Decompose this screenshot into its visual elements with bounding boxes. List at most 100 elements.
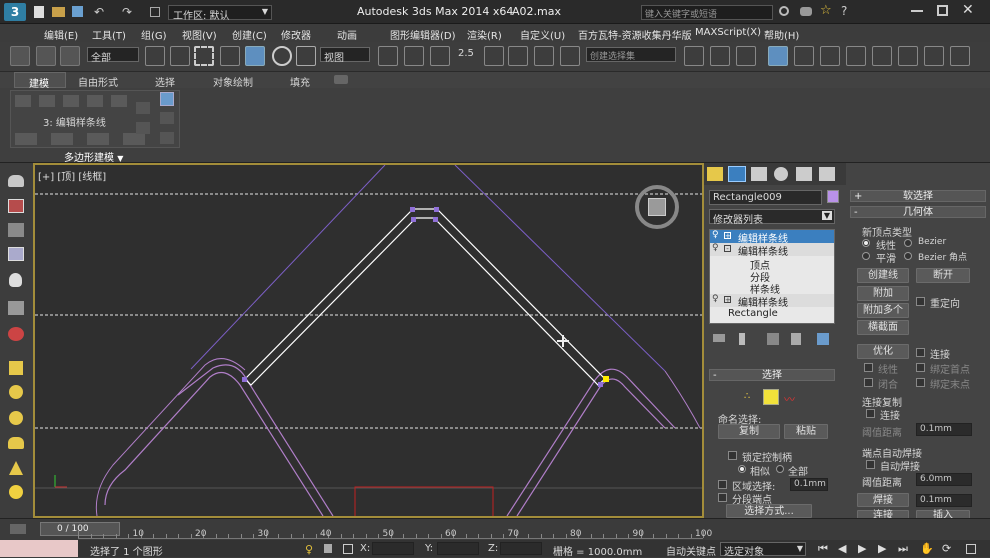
loop-selection-icon[interactable] (136, 122, 150, 134)
workspace-dropdown[interactable]: 工作区: 默认 ▼ (168, 5, 272, 22)
light-bulb-icon[interactable]: ♀ (712, 243, 719, 253)
area-select-checkbox[interactable] (718, 480, 727, 489)
particles-icon[interactable] (8, 327, 24, 341)
show-end-result-icon[interactable] (87, 133, 109, 145)
bezier-radio[interactable] (904, 239, 912, 247)
redo-icon[interactable]: ↷ (122, 6, 136, 18)
pivot-icon[interactable] (378, 46, 398, 66)
utilities-tab-icon[interactable] (819, 167, 835, 181)
mirror-icon[interactable] (684, 46, 704, 66)
menu-item-edit[interactable]: 编辑(E) (44, 27, 78, 42)
maximize-icon[interactable] (937, 5, 948, 16)
use-soft-selection-icon[interactable] (15, 133, 37, 145)
weld-threshold-input[interactable]: 6.0mm (916, 473, 972, 486)
link-icon[interactable] (10, 46, 30, 66)
teapot-primitive-icon[interactable] (8, 437, 24, 449)
menu-item-tools[interactable]: 工具(T) (92, 27, 126, 42)
display-tab-icon[interactable] (796, 167, 812, 181)
layer-manager-icon[interactable] (736, 46, 756, 66)
modify-tab-icon[interactable] (728, 166, 746, 182)
maximize-viewport-icon[interactable] (966, 544, 976, 554)
attach-multiple-button[interactable]: 附加多个 (857, 303, 909, 318)
menu-item-maxscript[interactable]: MAXScript(X) (695, 27, 761, 38)
object-name-field[interactable]: Rectangle009 (709, 190, 822, 205)
collapse-icon[interactable]: - (724, 245, 731, 253)
make-unique-icon[interactable] (123, 133, 145, 145)
window-crossing-icon[interactable] (220, 46, 240, 66)
linear-checkbox[interactable] (864, 363, 873, 372)
open-file-icon[interactable] (52, 7, 65, 17)
tab-object-paint[interactable]: 对象绘制 (213, 74, 253, 89)
weld-spinner[interactable]: 0.1mm (916, 494, 972, 507)
menu-item-graph-editors[interactable]: 图形编辑器(D) (390, 27, 456, 42)
timeline-toggle-icon[interactable] (10, 524, 26, 534)
save-icon[interactable] (72, 6, 83, 17)
next-frame-icon[interactable]: ▶ (878, 542, 886, 555)
selection-filter-dropdown[interactable]: 全部 (87, 47, 139, 64)
similar-radio[interactable] (738, 465, 746, 473)
create-line-button[interactable]: 创建线 (857, 268, 909, 283)
selection-rollout-header[interactable]: - 选择 (709, 369, 835, 381)
motion-tab-icon[interactable] (774, 167, 788, 181)
scene-explorer-icon[interactable] (768, 46, 788, 66)
close-icon[interactable]: ✕ (962, 2, 974, 18)
z-coord-input[interactable] (500, 542, 542, 555)
angle-snap-icon[interactable] (484, 46, 504, 66)
area-select-input[interactable]: 0.1mm (790, 478, 828, 491)
border-mode-icon[interactable] (63, 95, 79, 107)
stack-item[interactable]: ♀ + 编辑样条线 (710, 230, 834, 245)
schematic-view-icon[interactable] (820, 46, 840, 66)
smooth-radio[interactable] (862, 252, 870, 260)
pan-view-icon[interactable]: ✋ (920, 542, 934, 555)
search-box[interactable]: 键入关键字或短语 (641, 5, 773, 20)
all-radio[interactable] (776, 465, 784, 473)
unlink-icon[interactable] (36, 46, 56, 66)
show-end-result-icon[interactable] (739, 333, 745, 345)
sphere-icon[interactable] (9, 385, 23, 399)
auto-key-label[interactable]: 自动关键点 (666, 543, 716, 558)
cross-section-button[interactable]: 横截面 (857, 320, 909, 335)
scale-icon[interactable] (296, 46, 316, 66)
percent-snap-icon[interactable] (508, 46, 528, 66)
snap-value[interactable]: 2.5 (458, 48, 474, 59)
auto-weld-checkbox[interactable] (866, 460, 875, 469)
menu-item-view[interactable]: 视图(V) (182, 27, 217, 42)
keyboard-shortcut-icon[interactable] (430, 46, 450, 66)
ref-coord-dropdown[interactable]: 视图 (320, 47, 370, 64)
cone-icon[interactable] (9, 461, 23, 475)
ribbon-options-icon[interactable] (334, 75, 348, 84)
render-frame-icon[interactable] (898, 46, 918, 66)
menu-item-help[interactable]: 帮助(H) (764, 27, 799, 42)
tab-modeling[interactable]: 建模 (14, 72, 66, 90)
render-frame-window-icon[interactable] (8, 199, 24, 213)
y-coord-input[interactable] (437, 542, 479, 555)
calendar-icon[interactable] (8, 247, 24, 261)
key-filter-dropdown[interactable]: 选定对象 ▼ (720, 542, 806, 558)
expand-icon[interactable]: + (724, 296, 731, 304)
vertex-select-icon[interactable]: ∴ (744, 391, 756, 403)
menu-item-create[interactable]: 创建(C) (232, 27, 267, 42)
menu-item-group[interactable]: 组(G) (141, 27, 167, 42)
absolute-mode-icon[interactable] (343, 544, 353, 554)
linear-radio[interactable] (862, 239, 870, 247)
configure-sets-icon[interactable] (817, 333, 829, 345)
weld-button[interactable]: 焊接 (857, 493, 909, 507)
top-viewport[interactable]: [+] [顶] [线框] (33, 163, 704, 518)
grow-selection-icon[interactable] (136, 102, 150, 114)
bezier-corner-radio[interactable] (904, 252, 912, 260)
binoculars-icon[interactable] (800, 7, 812, 16)
material-editor-icon[interactable] (846, 46, 866, 66)
break-button[interactable]: 断开 (916, 268, 970, 283)
ring-selection-icon[interactable] (160, 132, 174, 144)
light-bulb-icon[interactable]: ♀ (712, 294, 719, 304)
previous-frame-icon[interactable]: ◀ (838, 542, 846, 555)
threshold-input[interactable]: 0.1mm (916, 423, 972, 436)
stack-item[interactable]: ♀ - 编辑样条线 (710, 243, 834, 258)
sun-icon[interactable] (9, 485, 23, 499)
bones-icon[interactable] (8, 301, 24, 315)
render-setup-icon[interactable] (872, 46, 892, 66)
star-icon[interactable]: ☆ (820, 3, 832, 18)
bind-first-checkbox[interactable] (916, 363, 925, 372)
select-manipulate-icon[interactable] (404, 46, 424, 66)
select-object-icon[interactable] (145, 46, 165, 66)
